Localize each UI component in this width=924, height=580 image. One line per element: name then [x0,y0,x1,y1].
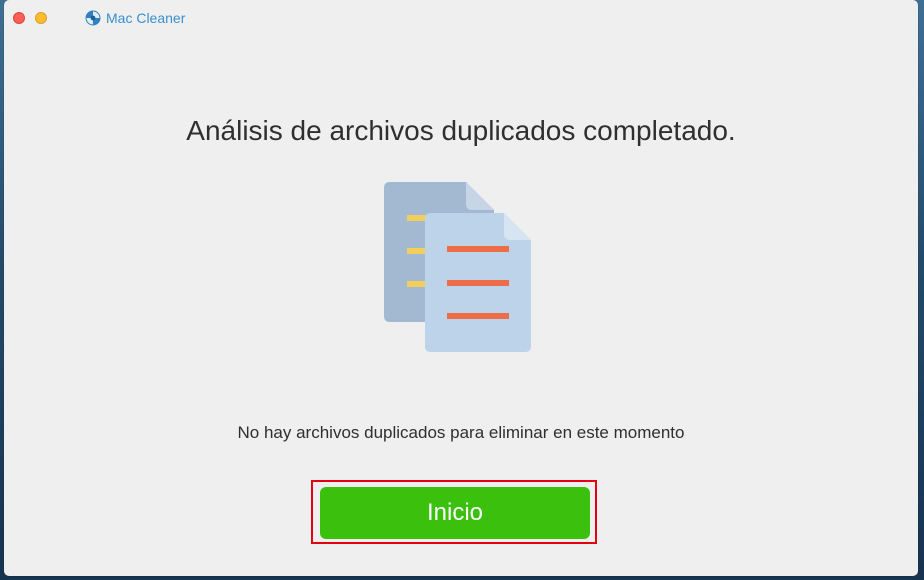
title-bar: Mac Cleaner [4,0,918,36]
app-logo-icon [85,10,101,26]
close-window-button[interactable] [13,12,25,24]
highlight-frame: Inicio [311,480,597,544]
minimize-window-button[interactable] [35,12,47,24]
duplicate-documents-icon [384,182,531,352]
page-title: Análisis de archivos duplicados completa… [186,115,736,146]
status-message: No hay archivos duplicados para eliminar… [237,423,685,442]
app-window: Mac Cleaner Análisis de archivos duplica… [4,0,918,576]
window-title: Mac Cleaner [106,10,186,26]
home-button[interactable]: Inicio [320,487,590,539]
